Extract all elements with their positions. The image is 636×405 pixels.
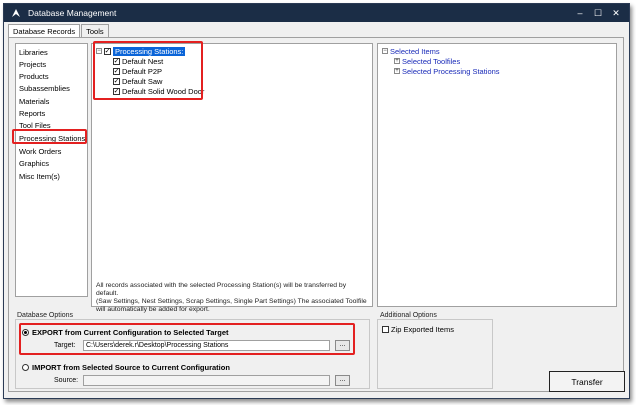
description-line: (Saw Settings, Nest Settings, Scrap Sett…: [96, 298, 367, 305]
export-highlight: [19, 323, 355, 355]
sidebar-item-work-orders[interactable]: Work Orders: [19, 146, 61, 157]
selected-toolfiles-label: Selected Toolfiles: [402, 56, 461, 66]
description-line: will automatically be added for export.: [96, 306, 210, 313]
selected-processing-stations-node[interactable]: + Selected Processing Stations: [394, 66, 500, 76]
source-browse-button[interactable]: ...: [335, 375, 350, 386]
zip-exported-items-option[interactable]: Zip Exported Items: [382, 324, 454, 334]
sidebar-item-misc-items[interactable]: Misc Item(s): [19, 171, 60, 182]
additional-options-label: Additional Options: [380, 312, 437, 319]
tab-strip: Database Records Tools: [8, 24, 110, 39]
minimize-icon[interactable]: –: [571, 5, 589, 21]
processing-stations-highlight: [12, 129, 87, 144]
selected-processing-stations-label: Selected Processing Stations: [402, 66, 500, 76]
expand-icon[interactable]: +: [394, 68, 400, 74]
selected-items-label: Selected Items: [390, 46, 440, 56]
expand-icon[interactable]: +: [394, 58, 400, 64]
import-option[interactable]: IMPORT from Selected Source to Current C…: [22, 363, 230, 372]
import-option-label: IMPORT from Selected Source to Current C…: [32, 363, 230, 372]
maximize-icon[interactable]: ☐: [589, 5, 607, 21]
sidebar-item-projects[interactable]: Projects: [19, 59, 46, 70]
transfer-description: All records associated with the selected…: [96, 282, 370, 314]
close-icon[interactable]: ✕: [607, 5, 625, 21]
title-bar: Database Management – ☐ ✕: [4, 4, 629, 22]
sidebar-item-products[interactable]: Products: [19, 71, 49, 82]
record-type-list: Libraries Projects Products Subassemblie…: [15, 43, 88, 297]
checkbox-icon[interactable]: [382, 325, 389, 333]
zip-exported-items-label: Zip Exported Items: [391, 324, 454, 334]
database-options-label: Database Options: [17, 312, 74, 319]
radio-unselected-icon[interactable]: [22, 364, 29, 371]
sidebar-item-reports[interactable]: Reports: [19, 108, 45, 119]
sidebar-item-graphics[interactable]: Graphics: [19, 158, 49, 169]
transfer-button[interactable]: Transfer: [549, 371, 625, 392]
collapse-icon[interactable]: −: [382, 48, 388, 54]
description-line: All records associated with the selected…: [96, 282, 347, 297]
selected-items-tree: − Selected Items + Selected Toolfiles + …: [377, 43, 617, 307]
window-title: Database Management: [28, 8, 117, 18]
source-label: Source:: [54, 377, 79, 384]
selected-toolfiles-node[interactable]: + Selected Toolfiles: [394, 56, 460, 66]
tree-highlight: [93, 41, 203, 100]
sidebar-item-libraries[interactable]: Libraries: [19, 47, 48, 58]
source-path-input[interactable]: [83, 375, 330, 386]
tab-tools[interactable]: Tools: [81, 24, 109, 38]
database-records-panel: Libraries Projects Products Subassemblie…: [8, 37, 625, 392]
app-icon: [10, 7, 22, 19]
sidebar-item-materials[interactable]: Materials: [19, 96, 49, 107]
sidebar-item-subassemblies[interactable]: Subassemblies: [19, 83, 70, 94]
selected-items-root[interactable]: − Selected Items: [382, 46, 440, 56]
database-management-window: Database Management – ☐ ✕ Database Recor…: [3, 3, 630, 399]
